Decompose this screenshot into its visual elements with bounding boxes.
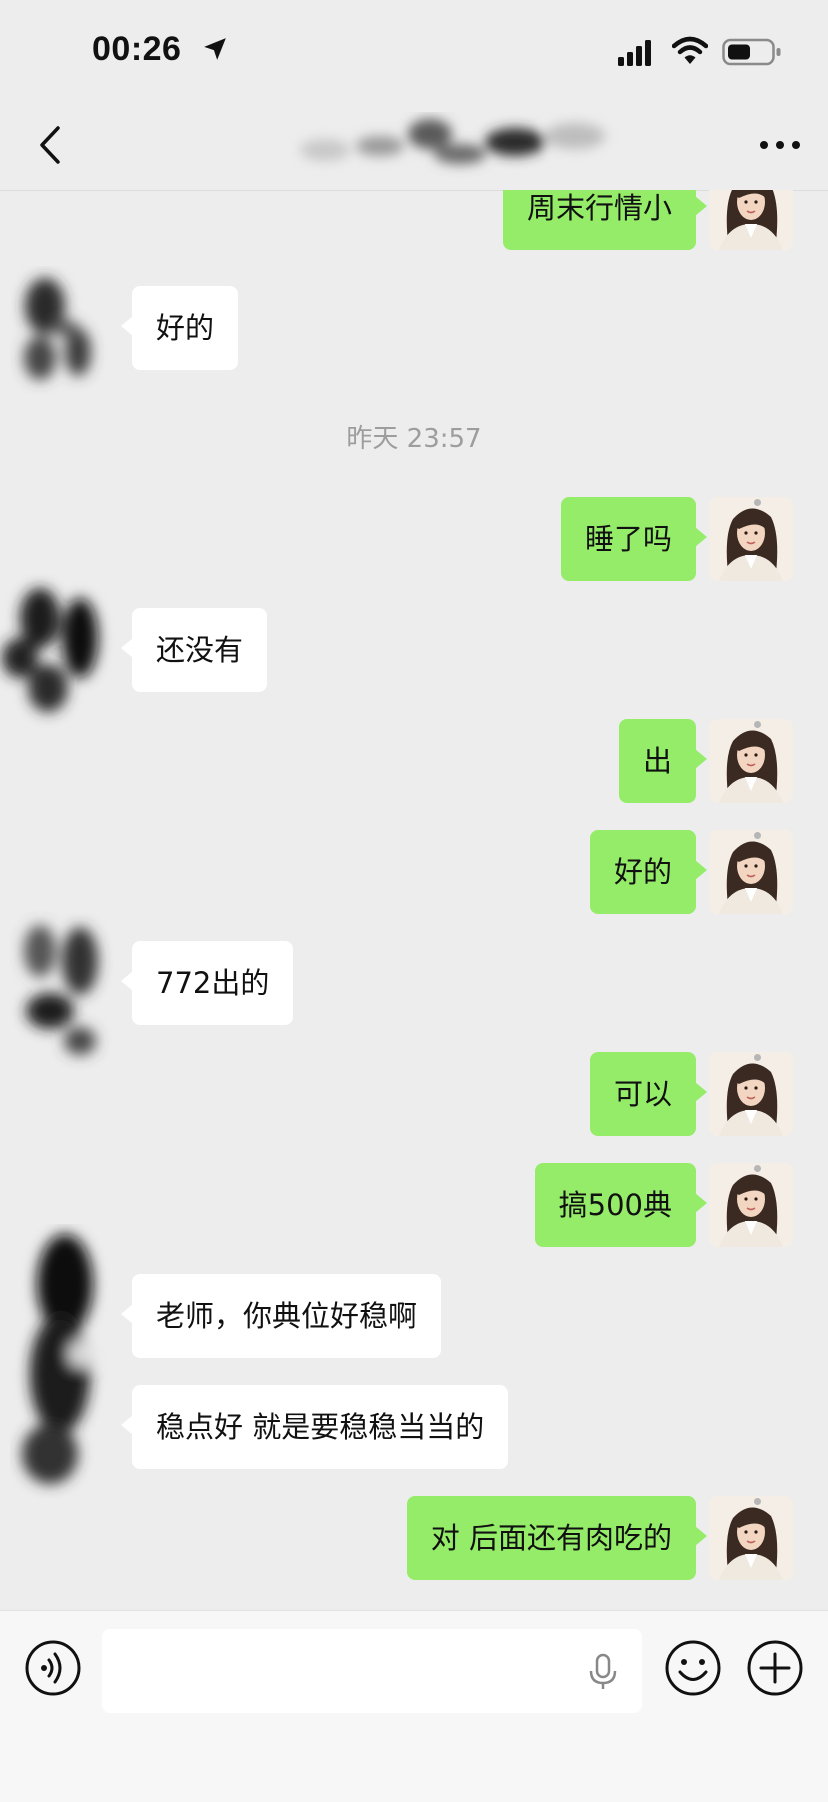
incoming-message[interactable]: 稳点好 就是要稳稳当当的 xyxy=(120,1385,509,1469)
plus-icon[interactable] xyxy=(746,1639,804,1697)
message-row: 出 xyxy=(0,719,828,803)
status-dot xyxy=(754,721,761,728)
status-dot xyxy=(754,1165,761,1172)
location-arrow-icon xyxy=(204,38,226,60)
contact-avatar-blurred[interactable] xyxy=(10,266,114,396)
status-dot xyxy=(754,1498,761,1505)
chat-header xyxy=(0,100,828,191)
my-avatar[interactable] xyxy=(709,190,793,250)
outgoing-message[interactable]: 周末行情小 xyxy=(502,190,708,250)
status-dot xyxy=(754,499,761,506)
status-time: 00:26 xyxy=(92,30,182,68)
chat-timestamp: 昨天 23:57 xyxy=(346,424,482,454)
status-bar: 00:26 xyxy=(0,0,828,100)
my-avatar[interactable] xyxy=(709,830,793,914)
outgoing-message[interactable]: 睡了吗 xyxy=(560,497,708,581)
contact-name-blurred xyxy=(300,119,605,164)
outgoing-message[interactable]: 出 xyxy=(618,719,708,803)
microphone-icon[interactable] xyxy=(588,1653,618,1691)
message-input[interactable] xyxy=(102,1629,642,1713)
cellular-signal-icon xyxy=(618,40,651,66)
contact-avatar-blurred[interactable] xyxy=(0,568,118,738)
outgoing-message[interactable]: 搞500典 xyxy=(534,1163,708,1247)
my-avatar[interactable] xyxy=(709,1163,793,1247)
status-dot xyxy=(754,832,761,839)
more-dots-icon[interactable] xyxy=(756,125,806,165)
chat-input-bar xyxy=(0,1610,828,1802)
voice-toggle-icon[interactable] xyxy=(24,1639,82,1697)
message-row: 772出的 xyxy=(0,925,828,1055)
message-list[interactable]: 周末行情小 好的 昨天 23:57 睡了吗 还没有 出 好的 772出的 可以 … xyxy=(0,190,828,1610)
my-avatar[interactable] xyxy=(709,1496,793,1580)
my-avatar[interactable] xyxy=(709,497,793,581)
message-row: 搞500典 xyxy=(0,1163,828,1247)
chevron-left-icon[interactable] xyxy=(30,120,70,170)
message-row: 对 后面还有肉吃的 xyxy=(0,1496,828,1580)
message-row: 好的 xyxy=(0,278,828,380)
message-row: 睡了吗 xyxy=(0,497,828,581)
my-avatar[interactable] xyxy=(709,1052,793,1136)
outgoing-message[interactable]: 可以 xyxy=(589,1052,708,1136)
outgoing-message[interactable]: 好的 xyxy=(589,830,708,914)
battery-icon xyxy=(722,38,781,66)
status-dot xyxy=(754,1054,761,1061)
message-row: 可以 xyxy=(0,1052,828,1136)
incoming-message[interactable]: 还没有 xyxy=(120,608,268,692)
my-avatar[interactable] xyxy=(709,719,793,803)
message-row: 好的 xyxy=(0,830,828,914)
contact-avatar-blurred[interactable] xyxy=(10,901,114,1071)
incoming-message[interactable]: 老师，你典位好稳啊 xyxy=(120,1274,442,1358)
incoming-message[interactable]: 772出的 xyxy=(120,941,294,1025)
wifi-icon xyxy=(672,36,708,64)
incoming-message[interactable]: 好的 xyxy=(120,286,239,370)
emoji-icon[interactable] xyxy=(664,1639,722,1697)
message-row: 周末行情小 xyxy=(0,190,828,250)
message-row: 稳点好 就是要稳稳当当的 xyxy=(0,1385,828,1469)
message-row: 老师，你典位好稳啊 xyxy=(0,1234,828,1484)
outgoing-message[interactable]: 对 后面还有肉吃的 xyxy=(406,1496,708,1580)
message-row: 还没有 xyxy=(0,588,828,712)
